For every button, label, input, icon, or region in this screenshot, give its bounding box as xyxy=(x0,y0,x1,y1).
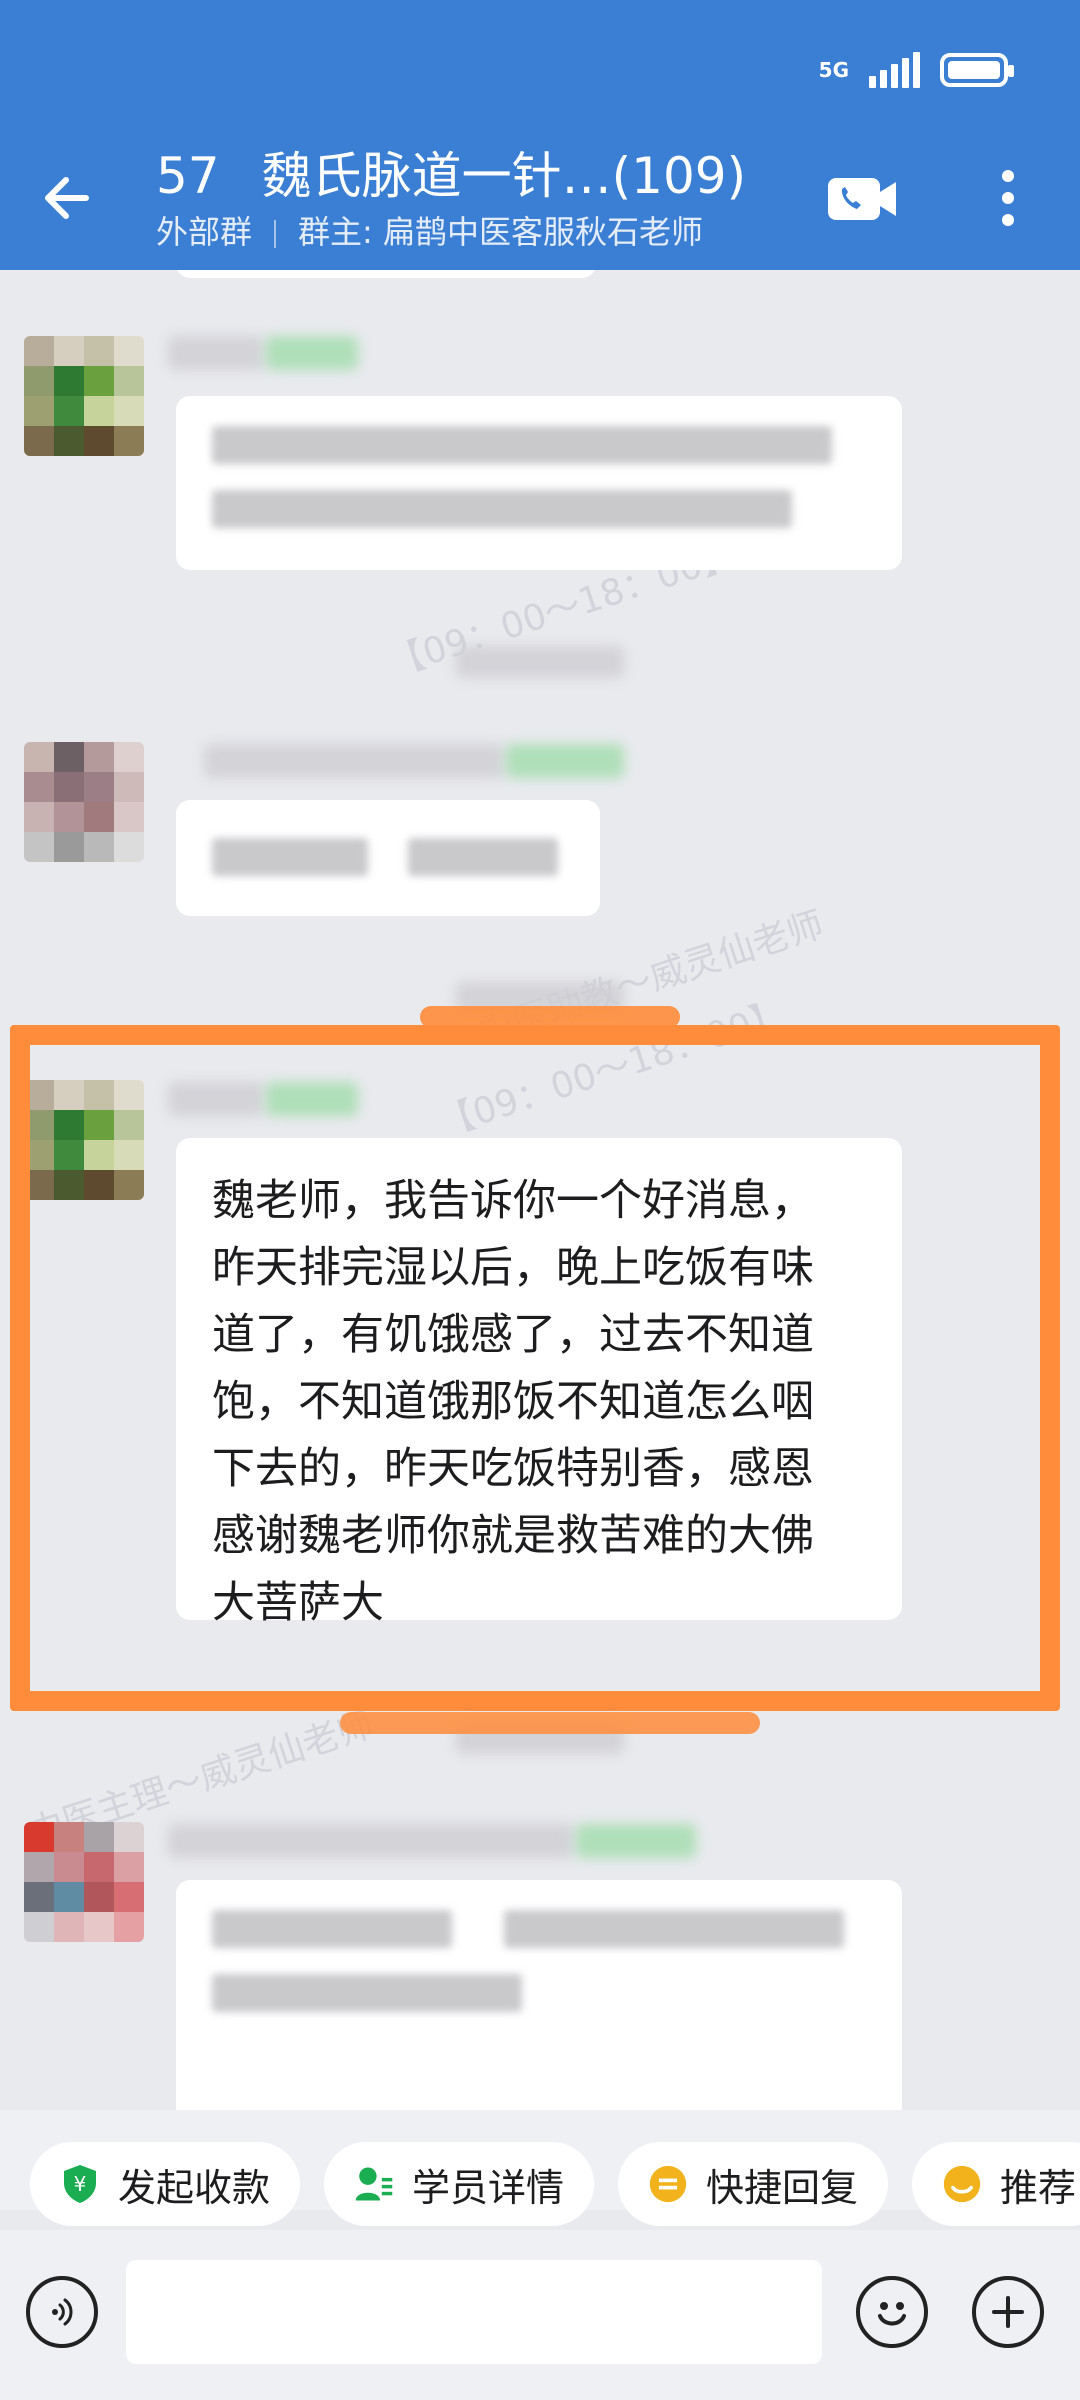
chat-subtitle: 外部群 群主: 扁鹊中医客服秋石老师 xyxy=(156,212,703,252)
chat-title: 57 魏氏脉道一针…(109) xyxy=(156,146,746,206)
sender-name xyxy=(204,744,504,778)
emoji-icon xyxy=(878,2302,906,2326)
message-input[interactable] xyxy=(126,2260,822,2364)
avatar[interactable] xyxy=(24,1822,144,1942)
sender-tag xyxy=(506,744,624,778)
plus-icon xyxy=(992,2296,1024,2328)
avatar[interactable] xyxy=(24,742,144,862)
sender-tag xyxy=(266,336,358,370)
quick-action-label: 发起收款 xyxy=(118,2165,271,2210)
sender-name xyxy=(168,1824,574,1858)
quick-action-payment[interactable]: ¥ 发起收款 xyxy=(30,2142,300,2226)
status-bar: 5G xyxy=(818,52,1014,88)
add-button[interactable] xyxy=(972,2276,1044,2348)
svg-text:¥: ¥ xyxy=(74,2172,87,2196)
message-bubble[interactable] xyxy=(176,396,902,570)
signal-icon xyxy=(869,52,920,88)
timestamp xyxy=(456,646,624,678)
chat-header: 5G 57 魏氏脉道一针…(109) 外部群 群主: 扁鹊中医客服秋石老师 xyxy=(0,0,1080,270)
group-type-label: 外部群 xyxy=(156,213,253,251)
quick-action-student[interactable]: 学员详情 xyxy=(324,2142,594,2226)
message-bubble[interactable] xyxy=(176,1880,902,2110)
video-call-icon[interactable] xyxy=(826,176,898,222)
network-label: 5G xyxy=(818,58,849,82)
quick-action-label: 快捷回复 xyxy=(706,2165,859,2210)
emoji-button[interactable] xyxy=(856,2276,928,2348)
voice-icon xyxy=(52,2298,73,2326)
voice-input-button[interactable] xyxy=(26,2276,98,2348)
group-owner-label: 群主: 扁鹊中医客服秋石老师 xyxy=(298,213,703,251)
student-icon xyxy=(354,2164,394,2204)
back-arrow-icon[interactable] xyxy=(40,168,100,228)
more-options-icon[interactable] xyxy=(998,168,1018,228)
sender-tag xyxy=(576,1824,696,1858)
quick-action-label: 学员详情 xyxy=(412,2165,565,2210)
recommend-icon xyxy=(942,2164,982,2204)
sender-name xyxy=(168,336,264,370)
group-name: 魏氏脉道一针…(109) xyxy=(261,147,747,205)
quick-action-label: 推荐 xyxy=(1000,2165,1077,2210)
avatar[interactable] xyxy=(24,336,144,456)
message-bubble[interactable] xyxy=(176,800,600,916)
quick-reply-icon xyxy=(648,2164,688,2204)
highlight-stroke xyxy=(340,1712,760,1734)
payment-shield-icon: ¥ xyxy=(60,2164,100,2204)
group-count: 57 xyxy=(156,147,220,205)
battery-icon xyxy=(940,53,1014,87)
highlight-frame xyxy=(10,1025,1060,1711)
quick-action-recommend[interactable]: 推荐 xyxy=(912,2142,1080,2226)
quick-action-quick-reply[interactable]: 快捷回复 xyxy=(618,2142,888,2226)
message-bubble-partial xyxy=(176,270,596,278)
